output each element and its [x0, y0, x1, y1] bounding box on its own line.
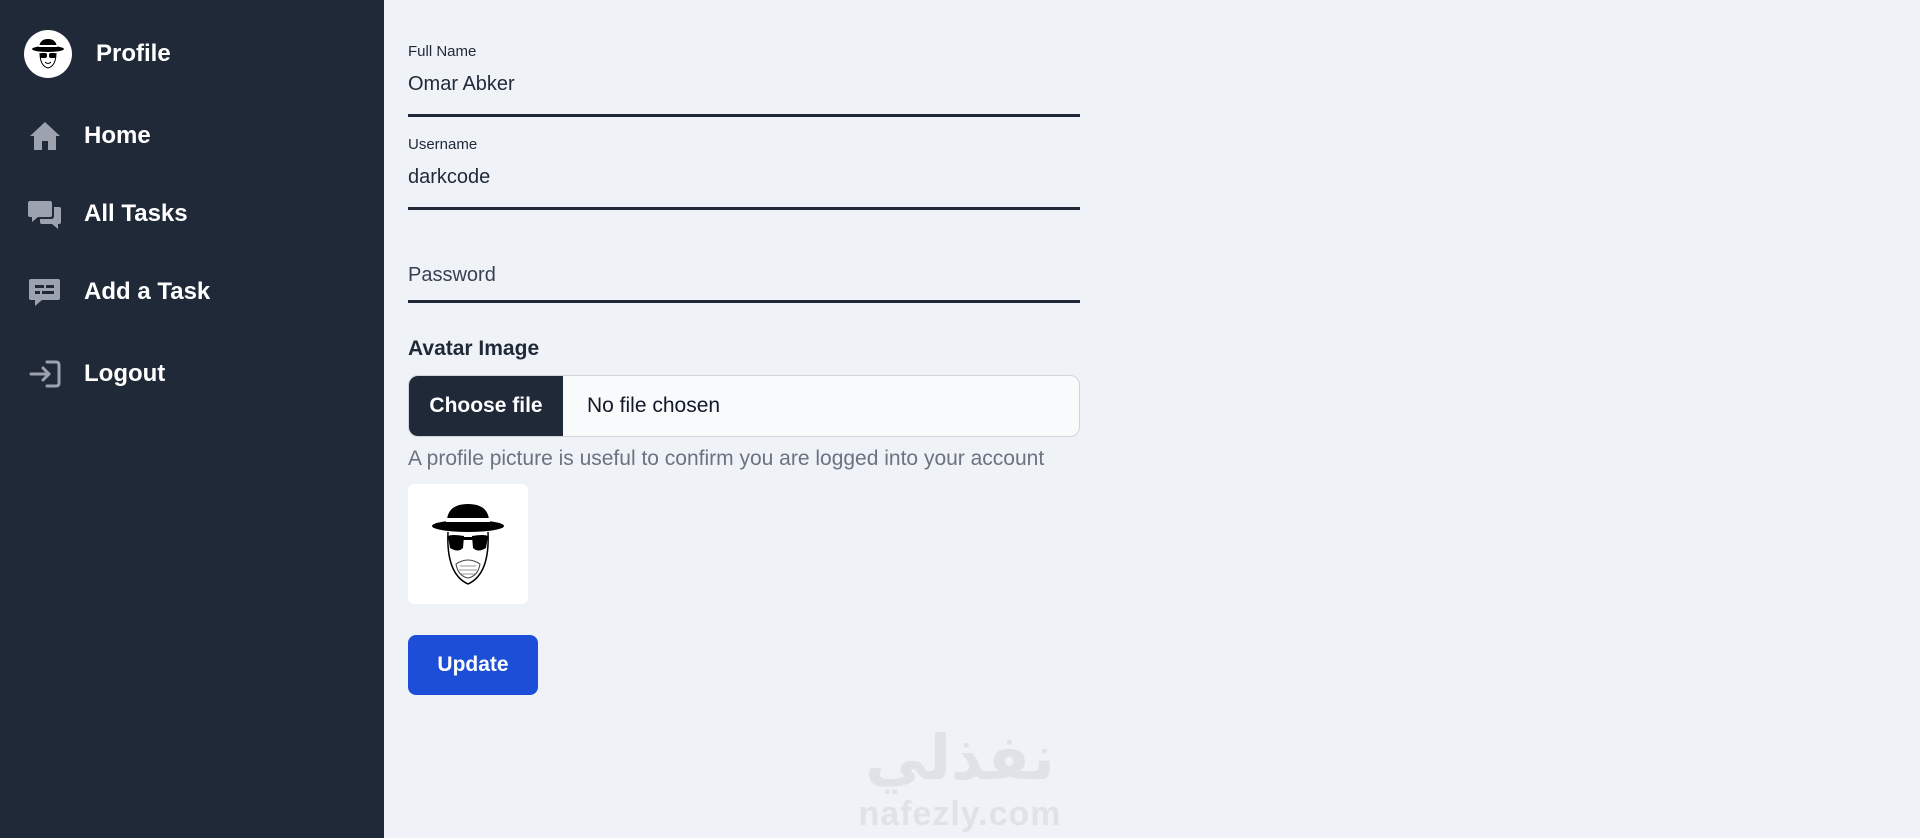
file-status-text: No file chosen [587, 394, 721, 417]
sidebar-item-home[interactable]: Home [28, 119, 151, 153]
heisenberg-avatar-icon [32, 39, 64, 69]
avatar-help-text: A profile picture is useful to confirm y… [408, 447, 1045, 470]
watermark-latin-text: nafezly.com [858, 795, 1062, 833]
avatar-preview-image [408, 484, 528, 604]
full-name-label: Full Name [408, 43, 477, 60]
avatar-image-label: Avatar Image [408, 337, 540, 360]
username-input[interactable] [408, 163, 1080, 191]
sidebar: Profile Home All Tasks Add a Task Logout [0, 0, 384, 838]
full-name-field: Full Name [408, 43, 1080, 117]
sidebar-item-add-task[interactable]: Add a Task [28, 275, 210, 309]
choose-file-button[interactable]: Choose file [409, 376, 563, 436]
message-add-icon [28, 275, 62, 309]
avatar [24, 30, 72, 78]
profile-label: Profile [96, 40, 171, 67]
home-icon [28, 119, 62, 153]
password-input[interactable] [408, 259, 1080, 291]
username-field: Username [408, 136, 1080, 210]
watermark-logo: نفذلي nafezly.com [852, 722, 1068, 834]
update-button[interactable]: Update [408, 635, 538, 695]
full-name-input[interactable] [408, 70, 1080, 98]
watermark-arabic-text: نفذلي [865, 721, 1055, 794]
password-field [408, 259, 1080, 303]
logout-icon [28, 357, 62, 391]
sidebar-item-logout[interactable]: Logout [28, 357, 165, 391]
avatar-file-input[interactable]: Choose file No file chosen [408, 375, 1080, 437]
sidebar-item-label: Logout [84, 360, 166, 387]
sidebar-item-label: Add a Task [84, 278, 211, 305]
username-label: Username [408, 136, 478, 153]
sidebar-item-label: All Tasks [84, 200, 188, 227]
sidebar-item-all-tasks[interactable]: All Tasks [28, 197, 188, 231]
heisenberg-avatar-icon [432, 504, 504, 585]
chat-bubbles-icon [28, 197, 62, 231]
sidebar-item-label: Home [84, 122, 151, 149]
sidebar-profile-link[interactable]: Profile [24, 30, 171, 78]
